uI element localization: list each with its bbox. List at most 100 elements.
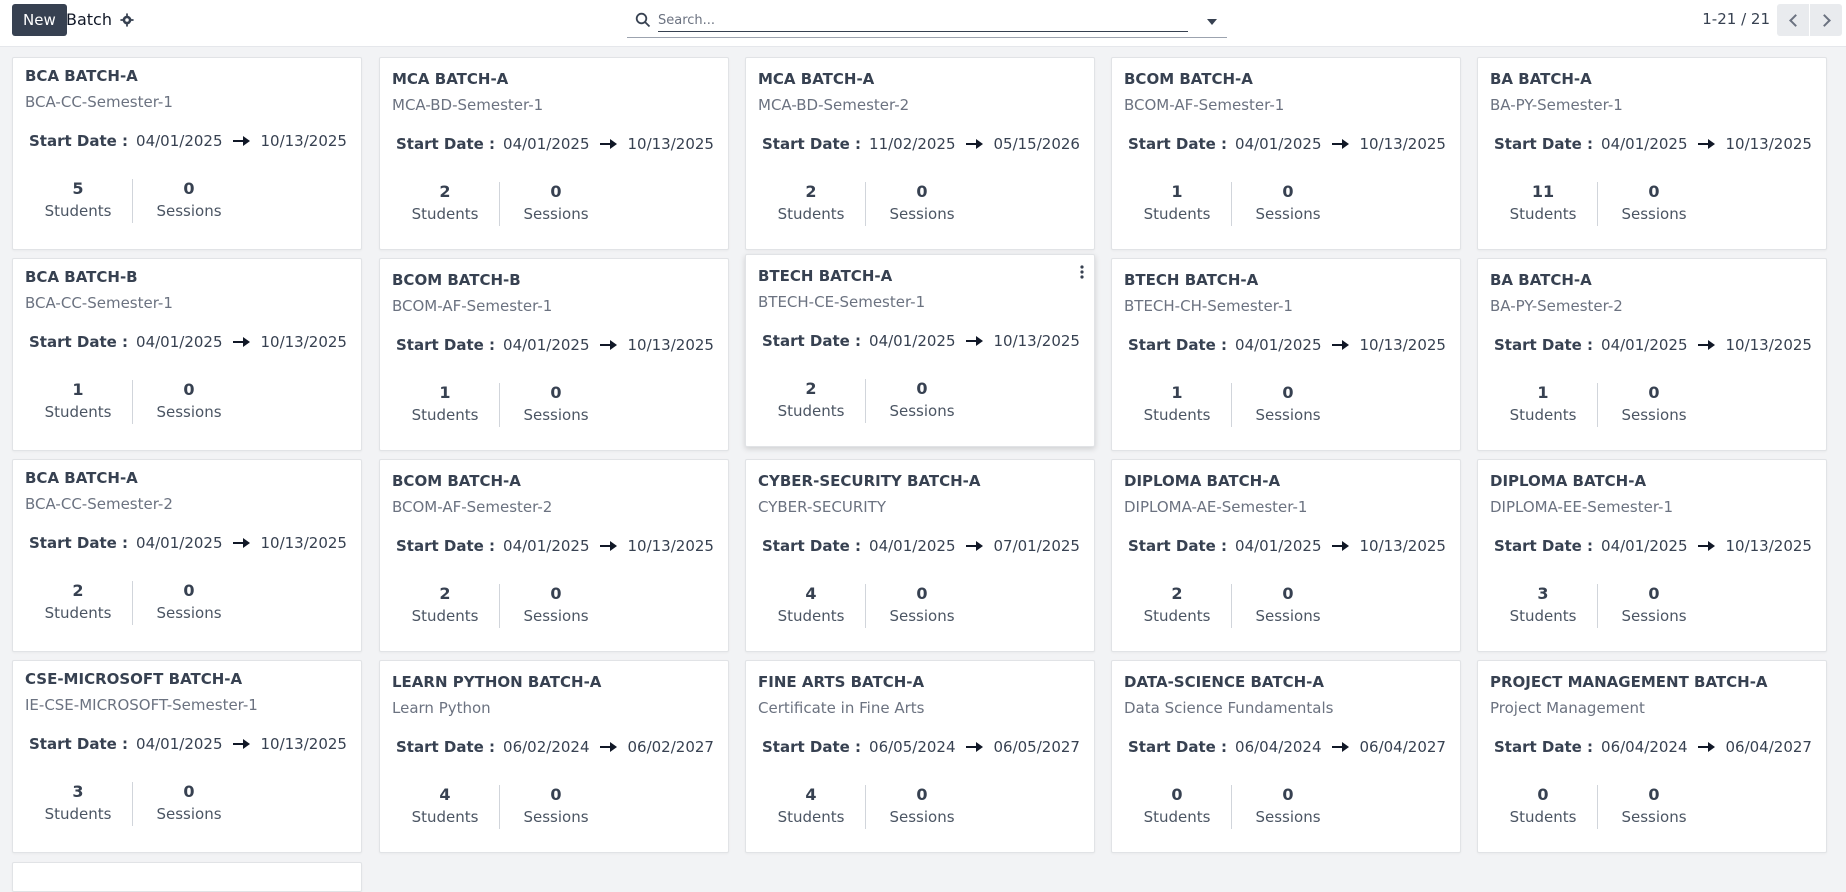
arrow-right-icon (232, 739, 251, 749)
pager-next-button[interactable] (1810, 4, 1842, 36)
students-stat[interactable]: 1 Students (1127, 182, 1227, 226)
sessions-stat[interactable]: 0 Sessions (872, 584, 972, 628)
arrow-right-icon (1697, 139, 1716, 149)
students-stat[interactable]: 4 Students (761, 785, 861, 829)
stat-divider (865, 584, 866, 628)
start-date: 04/01/2025 (136, 534, 223, 552)
batch-card[interactable]: MCA BATCH-A MCA-BD-Semester-2 Start Date… (745, 57, 1095, 250)
batch-card[interactable]: LEARN PYTHON BATCH-A Learn Python Start … (379, 660, 729, 853)
batch-card[interactable]: DATA-SCIENCE BATCH-A Data Science Fundam… (1111, 660, 1461, 853)
start-date: 06/04/2024 (1235, 738, 1322, 756)
students-stat[interactable]: 5 Students (28, 179, 128, 223)
sessions-stat[interactable]: 0 Sessions (506, 383, 606, 427)
batch-card[interactable]: BCOM BATCH-A BCOM-AF-Semester-1 Start Da… (1111, 57, 1461, 250)
sessions-count: 0 (1282, 785, 1294, 804)
students-stat[interactable]: 2 Students (761, 182, 861, 226)
students-stat[interactable]: 11 Students (1493, 182, 1593, 226)
arrow-right-icon (599, 340, 618, 350)
batch-card[interactable]: BTECH BATCH-A BTECH-CE-Semester-1 Start … (745, 254, 1095, 447)
end-date: 06/05/2027 (993, 738, 1080, 756)
sessions-stat[interactable]: 0 Sessions (506, 584, 606, 628)
students-count: 1 (439, 383, 451, 402)
batch-card[interactable]: PROJECT MANAGEMENT BATCH-A Project Manag… (1477, 660, 1827, 853)
course-name: BTECH-CH-Semester-1 (1124, 297, 1293, 315)
students-stat[interactable]: 0 Students (1127, 785, 1227, 829)
sessions-stat[interactable]: 0 Sessions (506, 182, 606, 226)
students-stat[interactable]: 1 Students (395, 383, 495, 427)
end-date: 06/04/2027 (1725, 738, 1812, 756)
students-stat[interactable]: 3 Students (28, 782, 128, 826)
sessions-stat[interactable]: 0 Sessions (139, 782, 239, 826)
sessions-label: Sessions (156, 604, 222, 622)
batch-card[interactable]: BA BATCH-A BA-PY-Semester-2 Start Date :… (1477, 258, 1827, 451)
students-stat[interactable]: 2 Students (761, 379, 861, 423)
students-count: 1 (1537, 383, 1549, 402)
batch-card[interactable]: BA BATCH-A BA-PY-Semester-1 Start Date :… (1477, 57, 1827, 250)
arrow-right-icon (232, 136, 251, 146)
sessions-stat[interactable]: 0 Sessions (139, 581, 239, 625)
sessions-stat[interactable]: 0 Sessions (139, 380, 239, 424)
batch-name: MCA BATCH-A (758, 70, 875, 88)
sessions-stat[interactable]: 0 Sessions (872, 379, 972, 423)
students-stat[interactable]: 0 Students (1493, 785, 1593, 829)
end-date: 10/13/2025 (993, 332, 1080, 350)
chevron-left-icon (1788, 13, 1802, 27)
search-input[interactable] (658, 10, 1188, 32)
students-stat[interactable]: 1 Students (1493, 383, 1593, 427)
batch-card[interactable]: BCOM BATCH-A BCOM-AF-Semester-2 Start Da… (379, 459, 729, 652)
batch-card[interactable]: CYBER-SECURITY BATCH-A CYBER-SECURITY St… (745, 459, 1095, 652)
sessions-stat[interactable]: 0 Sessions (1604, 785, 1704, 829)
students-stat[interactable]: 1 Students (1127, 383, 1227, 427)
start-date: 04/01/2025 (1601, 135, 1688, 153)
batch-dates: Start Date : 04/01/2025 10/13/2025 (1494, 135, 1812, 153)
students-stat[interactable]: 4 Students (395, 785, 495, 829)
batch-dates: Start Date : 06/04/2024 06/04/2027 (1494, 738, 1812, 756)
sessions-stat[interactable]: 0 Sessions (1238, 383, 1338, 427)
pager-previous-button[interactable] (1777, 4, 1809, 36)
kebab-icon[interactable] (1080, 265, 1084, 279)
sessions-stat[interactable]: 0 Sessions (506, 785, 606, 829)
batch-card[interactable]: BTECH BATCH-A BTECH-CH-Semester-1 Start … (1111, 258, 1461, 451)
students-stat[interactable]: 4 Students (761, 584, 861, 628)
start-date: 04/01/2025 (503, 135, 590, 153)
students-count: 0 (1537, 785, 1549, 804)
batch-card[interactable]: BCA BATCH-B BCA-CC-Semester-1 Start Date… (12, 258, 362, 451)
batch-card[interactable]: Start Date : Students Sessions (12, 862, 362, 892)
sessions-stat[interactable]: 0 Sessions (1604, 383, 1704, 427)
sessions-stat[interactable]: 0 Sessions (1604, 182, 1704, 226)
sessions-stat[interactable]: 0 Sessions (1238, 182, 1338, 226)
batch-card[interactable]: CSE-MICROSOFT BATCH-A IE-CSE-MICROSOFT-S… (12, 660, 362, 853)
students-label: Students (1509, 205, 1577, 223)
new-button[interactable]: New (12, 4, 67, 36)
batch-card[interactable]: DIPLOMA BATCH-A DIPLOMA-AE-Semester-1 St… (1111, 459, 1461, 652)
students-label: Students (411, 607, 479, 625)
end-date: 10/13/2025 (260, 132, 347, 150)
sessions-stat[interactable]: 0 Sessions (1238, 584, 1338, 628)
students-label: Students (1509, 808, 1577, 826)
sessions-stat[interactable]: 0 Sessions (139, 179, 239, 223)
batch-card[interactable]: MCA BATCH-A MCA-BD-Semester-1 Start Date… (379, 57, 729, 250)
batch-card[interactable]: BCOM BATCH-B BCOM-AF-Semester-1 Start Da… (379, 258, 729, 451)
batch-card[interactable]: DIPLOMA BATCH-A DIPLOMA-EE-Semester-1 St… (1477, 459, 1827, 652)
pager-value[interactable]: 1-21 / 21 (1702, 10, 1770, 28)
sessions-stat[interactable]: 0 Sessions (872, 785, 972, 829)
sessions-stat[interactable]: 0 Sessions (872, 182, 972, 226)
caret-down-icon[interactable] (1207, 19, 1217, 25)
breadcrumb: Batch (66, 10, 134, 29)
students-stat[interactable]: 2 Students (395, 182, 495, 226)
gear-icon[interactable] (120, 12, 134, 27)
start-date-label: Start Date : (396, 537, 496, 555)
stat-divider (499, 182, 500, 226)
sessions-stat[interactable]: 0 Sessions (1604, 584, 1704, 628)
sessions-stat[interactable]: 0 Sessions (1238, 785, 1338, 829)
students-stat[interactable]: 3 Students (1493, 584, 1593, 628)
sessions-label: Sessions (1621, 607, 1687, 625)
students-stat[interactable]: 2 Students (395, 584, 495, 628)
batch-card[interactable]: FINE ARTS BATCH-A Certificate in Fine Ar… (745, 660, 1095, 853)
students-stat[interactable]: 2 Students (28, 581, 128, 625)
batch-dates: Start Date : 04/01/2025 10/13/2025 (1494, 336, 1812, 354)
batch-card[interactable]: BCA BATCH-A BCA-CC-Semester-2 Start Date… (12, 459, 362, 652)
students-stat[interactable]: 2 Students (1127, 584, 1227, 628)
students-stat[interactable]: 1 Students (28, 380, 128, 424)
batch-card[interactable]: BCA BATCH-A BCA-CC-Semester-1 Start Date… (12, 57, 362, 250)
